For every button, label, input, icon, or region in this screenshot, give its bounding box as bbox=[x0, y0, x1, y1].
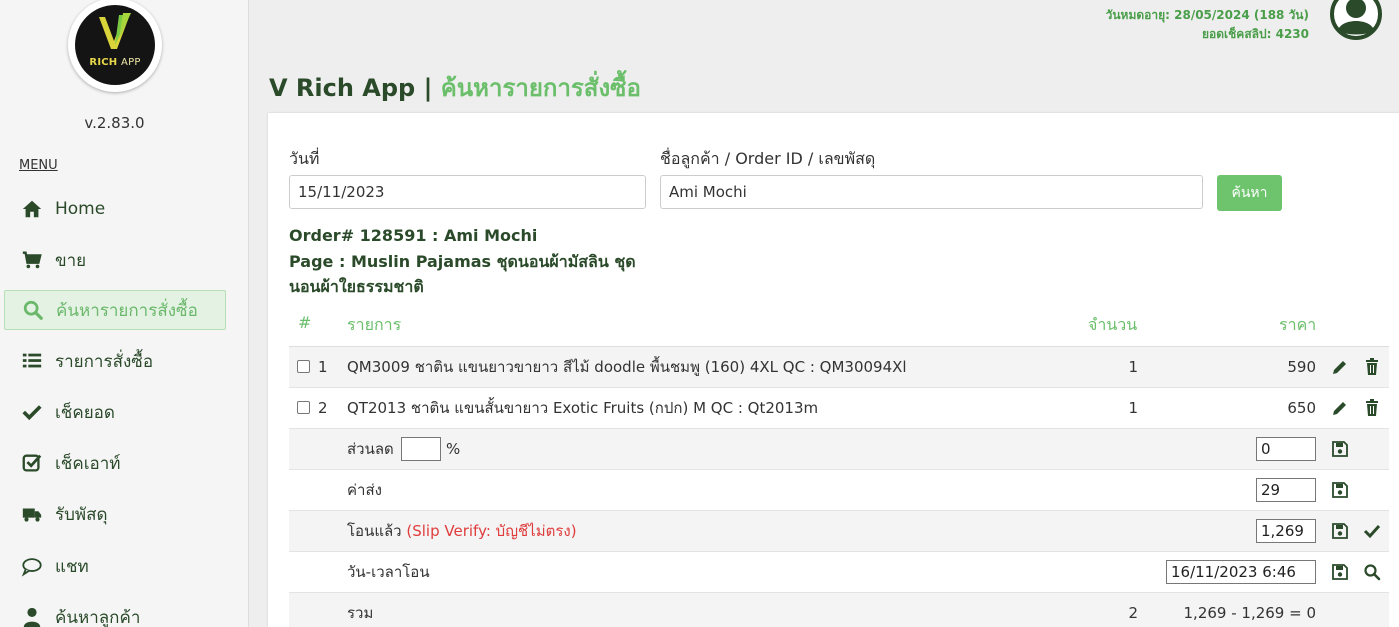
transferred-row: โอนแล้ว (Slip Verify: บัญชีไม่ตรง) 1,269 bbox=[289, 511, 1389, 552]
slip-verify-warning: (Slip Verify: บัญชีไม่ตรง) bbox=[406, 522, 577, 540]
logo-text-app: APP bbox=[121, 57, 141, 68]
row-index: 1 bbox=[318, 358, 328, 376]
nav-label: เช็คยอด bbox=[55, 402, 115, 423]
menu-title: MENU bbox=[19, 158, 58, 173]
order-search-card: วันที่ 15/11/2023 ชื่อลูกค้า / Order ID … bbox=[268, 113, 1399, 627]
discount-label: ส่วนลด bbox=[347, 440, 394, 458]
app-version: v.2.83.0 bbox=[84, 114, 145, 132]
expiry-date: วันหมดอายุ: 28/05/2024 (188 วัน) bbox=[1105, 8, 1309, 22]
row-price: 590 bbox=[1287, 358, 1316, 376]
discount-row: ส่วนลด % 0 bbox=[289, 429, 1389, 470]
page-title-main: V Rich App | bbox=[269, 74, 441, 102]
nav-label: Home bbox=[55, 199, 106, 219]
row-index: 2 bbox=[318, 399, 328, 417]
row-qty: 1 bbox=[1128, 358, 1138, 376]
home-icon bbox=[20, 198, 44, 220]
sidebar: RICH APP v.2.83.0 MENU Home ขาย ค้นหาราย… bbox=[0, 0, 249, 627]
nav-label: ขาย bbox=[55, 250, 87, 271]
transferred-amount-input[interactable]: 1,269 bbox=[1256, 519, 1316, 543]
search-icon bbox=[21, 299, 45, 321]
col-index: # bbox=[298, 313, 312, 332]
nav-label: รายการสั่งซื้อ bbox=[55, 351, 154, 372]
nav-label: รับพัสดุ bbox=[55, 504, 108, 525]
nav-item-search-orders[interactable]: ค้นหารายการสั่งซื้อ bbox=[4, 290, 226, 330]
delete-icon[interactable] bbox=[1363, 399, 1381, 417]
col-item: รายการ bbox=[347, 315, 402, 334]
total-row: รวม 2 1,269 - 1,269 = 0 bbox=[289, 593, 1389, 627]
save-icon[interactable] bbox=[1331, 522, 1349, 540]
nav-item-check-balance[interactable]: เช็คยอด bbox=[4, 392, 226, 432]
account-info: วันหมดอายุ: 28/05/2024 (188 วัน) ยอดเช็ค… bbox=[1106, 6, 1309, 44]
list-icon bbox=[20, 350, 44, 372]
logo-text-rich: RICH bbox=[89, 57, 118, 68]
truck-icon bbox=[20, 503, 44, 525]
shipping-amount-input[interactable]: 29 bbox=[1256, 478, 1316, 502]
cart-icon bbox=[20, 249, 44, 271]
nav-item-home[interactable]: Home bbox=[4, 189, 226, 229]
check-icon[interactable] bbox=[1363, 522, 1381, 540]
nav-item-checkout[interactable]: เช็คเอาท์ bbox=[4, 443, 226, 483]
transfer-time-input[interactable]: 16/11/2023 6:46 bbox=[1166, 560, 1316, 584]
check-square-icon bbox=[20, 452, 44, 474]
shipping-row: ค่าส่ง 29 bbox=[289, 470, 1389, 511]
total-qty: 2 bbox=[1128, 604, 1138, 622]
nav-label: ค้นหารายการสั่งซื้อ bbox=[56, 300, 198, 321]
delete-icon[interactable] bbox=[1363, 358, 1381, 376]
page-title-sub: ค้นหารายการสั่งซื้อ bbox=[440, 74, 641, 102]
nav-item-orders[interactable]: รายการสั่งซื้อ bbox=[4, 341, 226, 381]
shipping-label: ค่าส่ง bbox=[347, 481, 382, 499]
percent-sign: % bbox=[446, 440, 461, 458]
row-checkbox[interactable] bbox=[297, 360, 310, 373]
row-price: 650 bbox=[1287, 399, 1316, 417]
row-item-name: QT2013 ชาติน แขนสั้นขายาว Exotic Fruits … bbox=[347, 399, 819, 417]
total-summary: 1,269 - 1,269 = 0 bbox=[1183, 604, 1316, 622]
total-label: รวม bbox=[347, 604, 374, 622]
order-number: Order# 128591 : Ami Mochi bbox=[289, 226, 538, 245]
transfer-time-row: วัน-เวลาโอน 16/11/2023 6:46 bbox=[289, 552, 1389, 593]
page-title: V Rich App | ค้นหารายการสั่งซื้อ bbox=[269, 68, 641, 107]
slip-balance: ยอดเช็คสลิป: 4230 bbox=[1202, 27, 1309, 41]
discount-amount-input[interactable]: 0 bbox=[1256, 437, 1316, 461]
save-icon[interactable] bbox=[1331, 563, 1349, 581]
edit-icon[interactable] bbox=[1331, 358, 1349, 376]
order-heading: Order# 128591 : Ami Mochi Page : Muslin … bbox=[289, 223, 649, 300]
transferred-label: โอนแล้ว bbox=[347, 522, 402, 540]
search-button[interactable]: ค้นหา bbox=[1217, 175, 1282, 211]
logo-badge: RICH APP bbox=[75, 5, 155, 85]
save-icon[interactable] bbox=[1331, 481, 1349, 499]
user-avatar-icon[interactable] bbox=[1328, 0, 1384, 42]
date-label: วันที่ bbox=[289, 149, 320, 168]
check-icon bbox=[20, 401, 44, 423]
discount-percent-input[interactable] bbox=[401, 437, 441, 461]
save-icon[interactable] bbox=[1331, 440, 1349, 458]
nav-label: ค้นหาลูกค้า bbox=[55, 607, 141, 627]
chat-icon bbox=[20, 555, 44, 577]
edit-icon[interactable] bbox=[1331, 399, 1349, 417]
logo-text: RICH APP bbox=[75, 57, 155, 68]
order-page: Page : Muslin Pajamas ชุดนอนผ้ามัสลิน ชุ… bbox=[289, 251, 636, 297]
query-label: ชื่อลูกค้า / Order ID / เลขพัสดุ bbox=[660, 149, 876, 168]
nav-item-sell[interactable]: ขาย bbox=[4, 240, 226, 280]
nav-item-receive-parcel[interactable]: รับพัสดุ bbox=[4, 494, 226, 534]
transferred-label-wrap: โอนแล้ว (Slip Verify: บัญชีไม่ตรง) bbox=[347, 511, 577, 551]
user-icon bbox=[20, 606, 44, 627]
col-price: ราคา bbox=[1279, 315, 1317, 334]
nav-item-find-customer[interactable]: ค้นหาลูกค้า bbox=[4, 597, 226, 627]
table-row: 2 QT2013 ชาติน แขนสั้นขายาว Exotic Fruit… bbox=[289, 388, 1389, 429]
table-row: 1 QM3009 ชาติน แขนยาวขายาว สีไม้ doodle … bbox=[289, 347, 1389, 388]
search-icon[interactable] bbox=[1363, 563, 1381, 581]
nav-item-chat[interactable]: แชท bbox=[4, 546, 226, 586]
nav-label: เช็คเอาท์ bbox=[55, 453, 121, 474]
query-input[interactable]: Ami Mochi bbox=[660, 175, 1203, 209]
row-qty: 1 bbox=[1128, 399, 1138, 417]
row-checkbox[interactable] bbox=[297, 401, 310, 414]
row-item-name: QM3009 ชาติน แขนยาวขายาว สีไม้ doodle พื… bbox=[347, 358, 907, 376]
col-qty: จำนวน bbox=[1088, 315, 1138, 334]
transfer-time-label: วัน-เวลาโอน bbox=[347, 563, 430, 581]
date-input[interactable]: 15/11/2023 bbox=[289, 175, 646, 209]
nav-label: แชท bbox=[55, 556, 89, 577]
logo-v-mark bbox=[99, 13, 131, 49]
app-logo[interactable]: RICH APP bbox=[68, 0, 162, 92]
